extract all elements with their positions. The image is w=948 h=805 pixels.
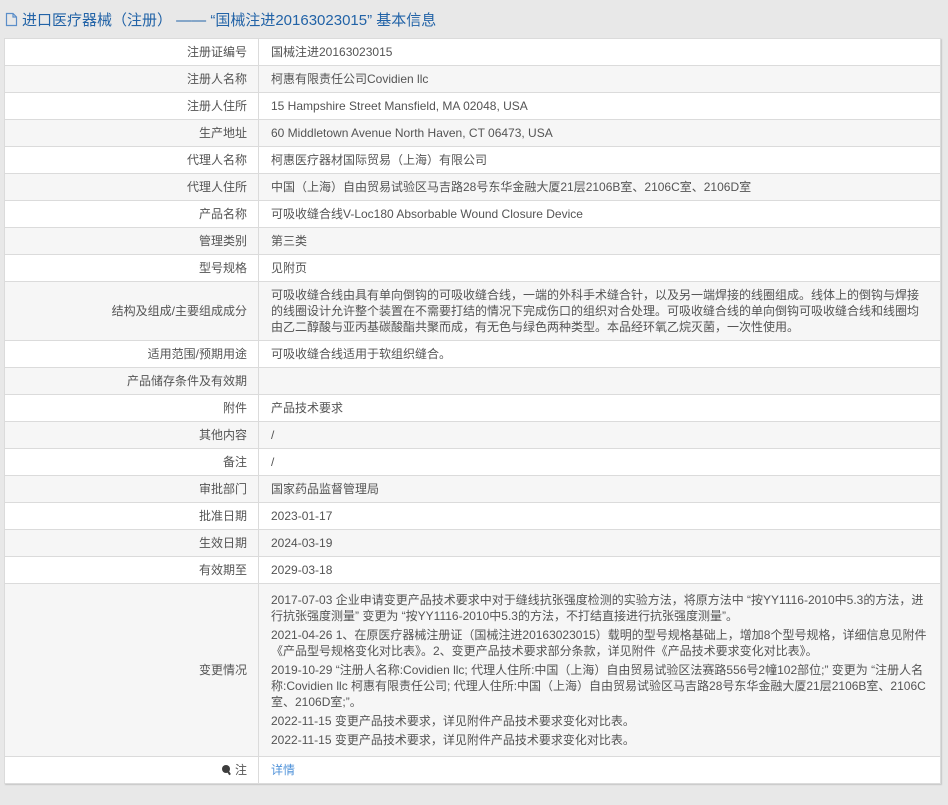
row-value: 柯惠有限责任公司Covidien llc <box>258 65 941 93</box>
row-label: 变更情况 <box>4 583 259 757</box>
table-row: 注详情 <box>4 756 941 784</box>
row-value: 产品技术要求 <box>258 394 941 422</box>
row-label: 有效期至 <box>4 556 259 584</box>
table-row: 其他内容 / <box>4 421 941 449</box>
row-label: 型号规格 <box>4 254 259 282</box>
info-table-body: 注册证编号 国械注进20163023015 注册人名称 柯惠有限责任公司Covidie… <box>4 38 941 784</box>
row-label: 产品储存条件及有效期 <box>4 367 259 395</box>
row-label: 注册证编号 <box>4 38 259 66</box>
page-title-text: 进口医疗器械（注册） —— “国械注进20163023015” 基本信息 <box>22 12 437 29</box>
row-label: 备注 <box>4 448 259 476</box>
page-title: 进口医疗器械（注册） —— “国械注进20163023015” 基本信息 <box>4 0 941 38</box>
change-entry: 2017-07-03 企业申请变更产品技术要求中对于缝线抗张强度检测的实验方法，… <box>271 593 924 623</box>
row-value: 国械注进20163023015 <box>258 38 941 66</box>
row-label: 其他内容 <box>4 421 259 449</box>
change-entry: 2022-11-15 变更产品技术要求，详见附件产品技术要求变化对比表。 <box>271 733 635 747</box>
change-entry: 2019-10-29 “注册人名称:Covidien llc; 代理人住所:中国… <box>271 663 926 709</box>
table-row: 备注 / <box>4 448 941 476</box>
table-row: 变更情况 2017-07-03 企业申请变更产品技术要求中对于缝线抗张强度检测的实… <box>4 583 941 757</box>
row-value: 60 Middletown Avenue North Haven, CT 064… <box>258 119 941 147</box>
registration-info-table: 注册证编号 国械注进20163023015 注册人名称 柯惠有限责任公司Covidie… <box>4 38 941 784</box>
table-row: 审批部门 国家药品监督管理局 <box>4 475 941 503</box>
row-value: 中国（上海）自由贸易试验区马吉路28号东华金融大厦21层2106B室、2106C… <box>258 173 941 201</box>
table-row: 代理人住所 中国（上海）自由贸易试验区马吉路28号东华金融大厦21层2106B室、… <box>4 173 941 201</box>
row-label: 审批部门 <box>4 475 259 503</box>
row-value: 可吸收缝合线V-Loc180 Absorbable Wound Closure … <box>258 200 941 228</box>
change-entry: 2021-04-26 1、在原医疗器械注册证（国械注进20163023015）载… <box>271 628 927 658</box>
row-value: / <box>258 421 941 449</box>
details-link[interactable]: 详情 <box>271 763 295 777</box>
row-value: / <box>258 448 941 476</box>
document-icon <box>5 12 18 27</box>
table-row: 有效期至 2029-03-18 <box>4 556 941 584</box>
row-label: 代理人住所 <box>4 173 259 201</box>
row-value <box>258 367 941 395</box>
table-row: 注册人住所 15 Hampshire Street Mansfield, MA 0… <box>4 92 941 120</box>
row-value: 可吸收缝合线适用于软组织缝合。 <box>258 340 941 368</box>
page: 进口医疗器械（注册） —— “国械注进20163023015” 基本信息 注册证… <box>0 0 948 792</box>
row-value: 柯惠医疗器材国际贸易（上海）有限公司 <box>258 146 941 174</box>
row-value: 2029-03-18 <box>258 556 941 584</box>
table-row: 型号规格 见附页 <box>4 254 941 282</box>
table-row: 注册人名称 柯惠有限责任公司Covidien llc <box>4 65 941 93</box>
table-row: 适用范围/预期用途 可吸收缝合线适用于软组织缝合。 <box>4 340 941 368</box>
row-value: 15 Hampshire Street Mansfield, MA 02048,… <box>258 92 941 120</box>
table-row: 代理人名称 柯惠医疗器材国际贸易（上海）有限公司 <box>4 146 941 174</box>
row-label: 注册人名称 <box>4 65 259 93</box>
row-label: 生产地址 <box>4 119 259 147</box>
row-label: 适用范围/预期用途 <box>4 340 259 368</box>
row-label: 生效日期 <box>4 529 259 557</box>
row-label: 管理类别 <box>4 227 259 255</box>
row-value: 详情 <box>258 756 941 784</box>
table-row: 结构及组成/主要组成成分 可吸收缝合线由具有单向倒钩的可吸收缝合线，一端的外科手术… <box>4 281 941 341</box>
row-value: 2024-03-19 <box>258 529 941 557</box>
table-row: 管理类别 第三类 <box>4 227 941 255</box>
table-row: 产品储存条件及有效期 <box>4 367 941 395</box>
row-value: 国家药品监督管理局 <box>258 475 941 503</box>
row-value: 2017-07-03 企业申请变更产品技术要求中对于缝线抗张强度检测的实验方法，… <box>258 583 941 757</box>
table-row: 生效日期 2024-03-19 <box>4 529 941 557</box>
table-row: 注册证编号 国械注进20163023015 <box>4 38 941 66</box>
row-label: 注册人住所 <box>4 92 259 120</box>
row-value: 可吸收缝合线由具有单向倒钩的可吸收缝合线，一端的外科手术缝合针，以及另一端焊接的… <box>258 281 941 341</box>
note-icon <box>221 765 232 775</box>
row-value: 2023-01-17 <box>258 502 941 530</box>
row-label: 代理人名称 <box>4 146 259 174</box>
table-row: 产品名称 可吸收缝合线V-Loc180 Absorbable Wound Clos… <box>4 200 941 228</box>
table-row: 附件 产品技术要求 <box>4 394 941 422</box>
row-value: 见附页 <box>258 254 941 282</box>
table-row: 生产地址 60 Middletown Avenue North Haven, CT… <box>4 119 941 147</box>
row-label: 注 <box>4 756 259 784</box>
row-label: 产品名称 <box>4 200 259 228</box>
change-entry: 2022-11-15 变更产品技术要求，详见附件产品技术要求变化对比表。 <box>271 714 635 728</box>
row-label: 附件 <box>4 394 259 422</box>
row-value: 第三类 <box>258 227 941 255</box>
row-label: 结构及组成/主要组成成分 <box>4 281 259 341</box>
table-row: 批准日期 2023-01-17 <box>4 502 941 530</box>
row-label: 批准日期 <box>4 502 259 530</box>
